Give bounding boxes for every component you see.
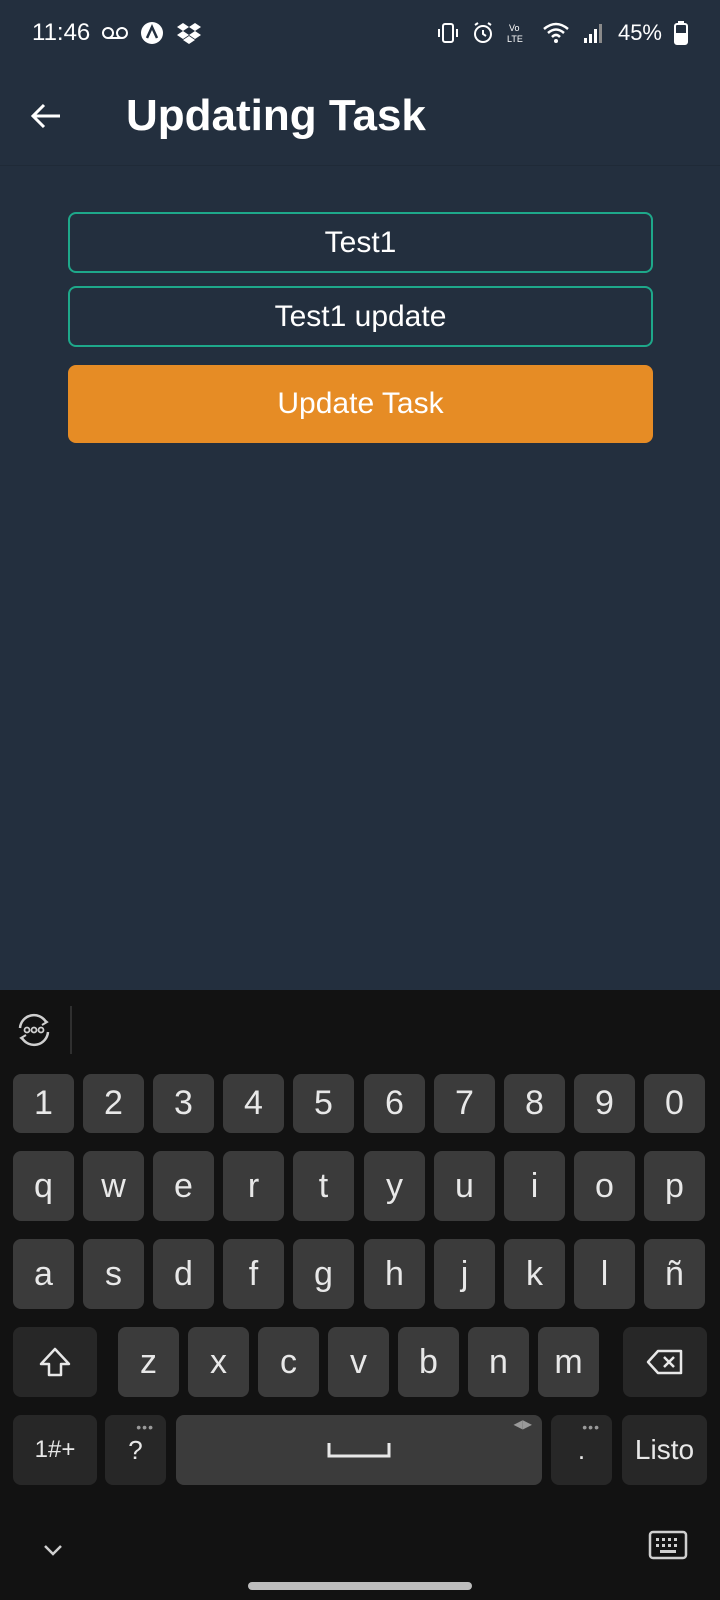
backspace-icon [646, 1349, 683, 1375]
key-v[interactable]: v [328, 1327, 389, 1397]
key-d[interactable]: d [153, 1239, 214, 1309]
done-key[interactable]: Listo [622, 1415, 707, 1485]
key-0[interactable]: 0 [644, 1074, 705, 1133]
cursor-arrows-icon: ◀▶ [513, 1417, 532, 1431]
key-p[interactable]: p [644, 1151, 705, 1221]
key-n-tilde[interactable]: ñ [644, 1239, 705, 1309]
shift-icon [39, 1347, 71, 1377]
key-9[interactable]: 9 [574, 1074, 635, 1133]
key-3[interactable]: 3 [153, 1074, 214, 1133]
chevron-down-icon [44, 1545, 62, 1556]
dropbox-icon [176, 22, 202, 44]
key-q[interactable]: q [13, 1151, 74, 1221]
key-x[interactable]: x [188, 1327, 249, 1397]
space-key[interactable]: ◀▶ [176, 1415, 542, 1485]
backspace-key[interactable] [623, 1327, 707, 1397]
key-s[interactable]: s [83, 1239, 144, 1309]
battery-percent: 45% [617, 20, 662, 45]
svg-text:LTE: LTE [507, 34, 523, 44]
key-n[interactable]: n [468, 1327, 529, 1397]
volte-icon: Vo LTE [506, 21, 530, 45]
key-4[interactable]: 4 [223, 1074, 284, 1133]
key-b[interactable]: b [398, 1327, 459, 1397]
key-u[interactable]: u [434, 1151, 495, 1221]
key-f[interactable]: f [223, 1239, 284, 1309]
key-o[interactable]: o [574, 1151, 635, 1221]
keyboard-switch-button[interactable] [648, 1530, 688, 1562]
more-dots-icon: ••• [136, 1419, 154, 1435]
key-e[interactable]: e [153, 1151, 214, 1221]
key-r[interactable]: r [223, 1151, 284, 1221]
key-z[interactable]: z [118, 1327, 179, 1397]
key-a[interactable]: a [13, 1239, 74, 1309]
key-m[interactable]: m [538, 1327, 599, 1397]
back-button[interactable] [18, 88, 74, 144]
update-task-button[interactable]: Update Task [68, 365, 653, 443]
key-g[interactable]: g [293, 1239, 354, 1309]
hide-keyboard-button[interactable] [36, 1538, 70, 1562]
key-t[interactable]: t [293, 1151, 354, 1221]
key-5[interactable]: 5 [293, 1074, 354, 1133]
toolbar-divider [70, 1006, 72, 1054]
key-7[interactable]: 7 [434, 1074, 495, 1133]
status-bar: 11:46 Vo LTE 45% [0, 0, 720, 66]
key-w[interactable]: w [83, 1151, 144, 1221]
key-6[interactable]: 6 [364, 1074, 425, 1133]
app-bar: Updating Task [0, 66, 720, 166]
soft-keyboard: 1 2 3 4 5 6 7 8 9 0 q w e r t y u i o p … [0, 990, 720, 1600]
voicemail-icon [102, 26, 129, 40]
key-j[interactable]: j [434, 1239, 495, 1309]
task-description-input[interactable] [68, 286, 653, 347]
alarm-icon [472, 22, 494, 44]
keyboard-icon [648, 1530, 688, 1560]
keyboard-toolbar [0, 990, 720, 1068]
symbols-key[interactable]: 1#+ [13, 1415, 97, 1485]
period-key-label: . [577, 1434, 586, 1465]
task-title-input[interactable] [68, 212, 653, 273]
key-2[interactable]: 2 [83, 1074, 144, 1133]
status-time: 11:46 [32, 19, 91, 46]
key-y[interactable]: y [364, 1151, 425, 1221]
space-bar-icon [327, 1443, 391, 1458]
home-indicator[interactable] [248, 1582, 472, 1590]
wifi-icon [542, 22, 570, 44]
key-1[interactable]: 1 [13, 1074, 74, 1133]
key-c[interactable]: c [258, 1327, 319, 1397]
shift-key[interactable] [13, 1327, 97, 1397]
a-circle-icon [140, 21, 164, 45]
signal-icon [582, 22, 606, 44]
period-key[interactable]: ••• . [551, 1415, 612, 1485]
question-key-label: ? [128, 1434, 143, 1465]
key-k[interactable]: k [504, 1239, 565, 1309]
key-l[interactable]: l [574, 1239, 635, 1309]
question-key[interactable]: ••• ? [105, 1415, 166, 1485]
key-h[interactable]: h [364, 1239, 425, 1309]
status-right: Vo LTE 45% [436, 20, 688, 46]
arrow-left-icon [30, 103, 60, 128]
more-dots-icon: ••• [582, 1419, 600, 1435]
page-title: Updating Task [126, 90, 426, 140]
key-i[interactable]: i [504, 1151, 565, 1221]
status-left: 11:46 [32, 19, 202, 47]
battery-icon [674, 21, 688, 45]
svg-text:Vo: Vo [509, 23, 520, 33]
vibrate-icon [436, 21, 460, 45]
keyboard-settings-icon[interactable] [14, 1010, 54, 1050]
key-8[interactable]: 8 [504, 1074, 565, 1133]
